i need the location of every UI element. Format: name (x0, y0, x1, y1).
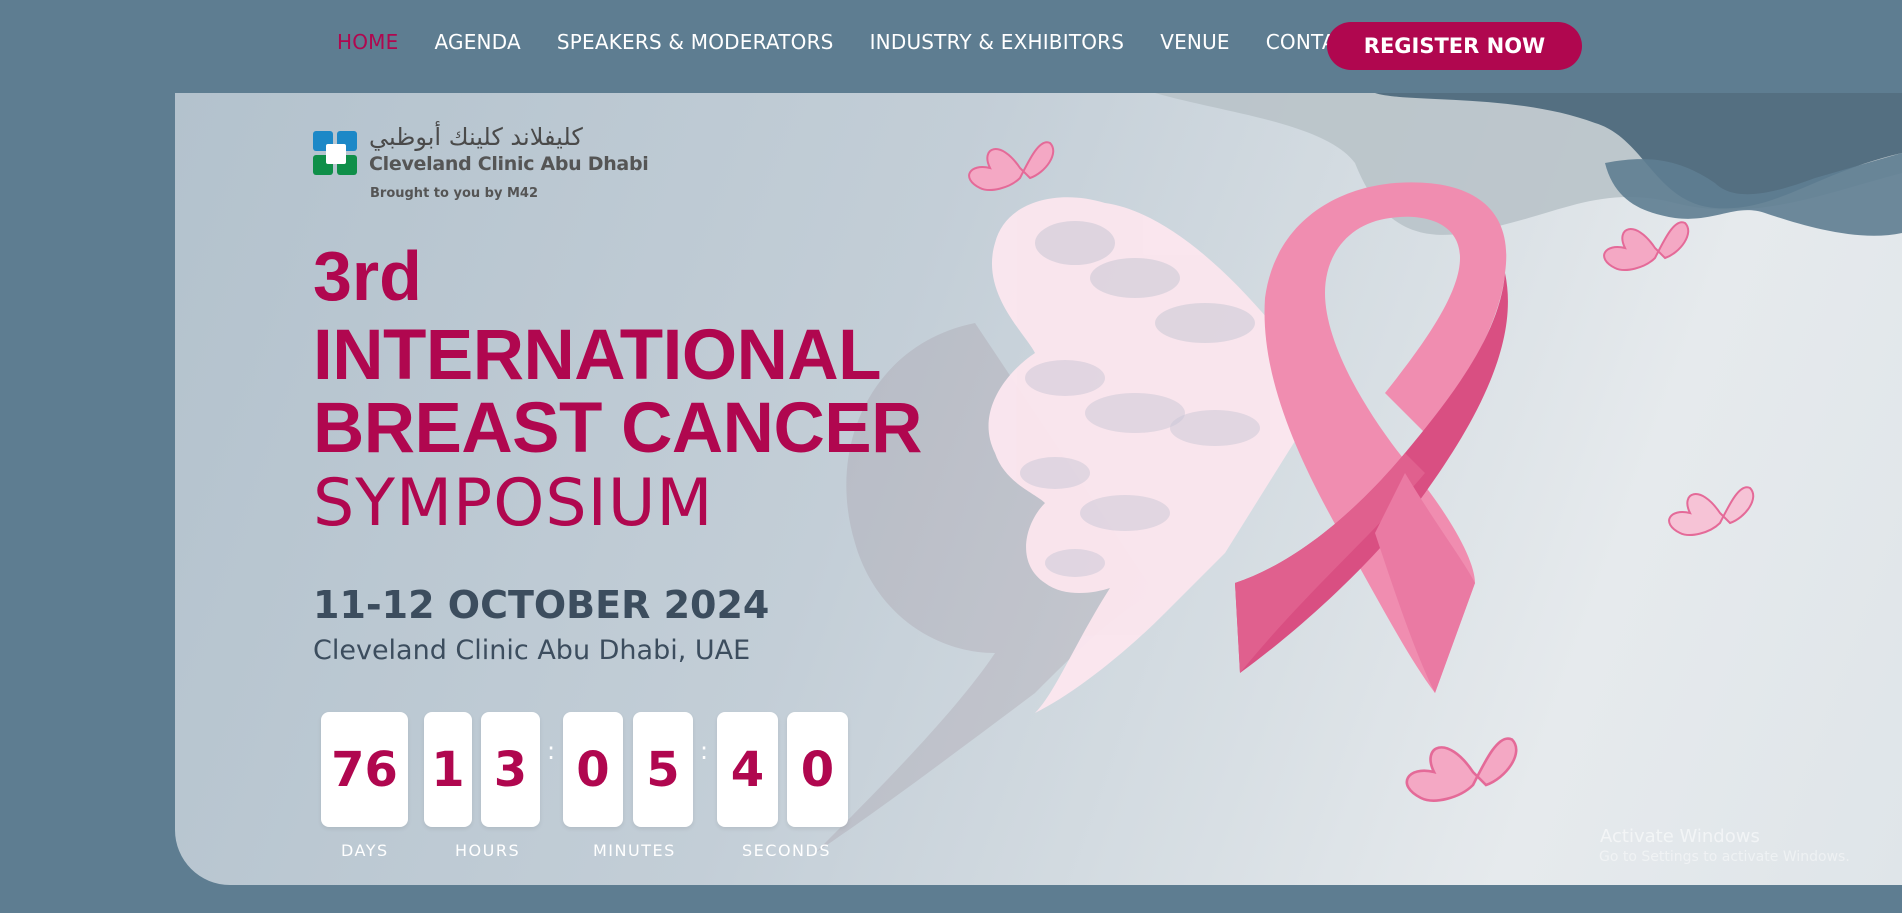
nav-links: HOME AGENDA SPEAKERS & MODERATORS INDUST… (337, 30, 1398, 54)
logo-arabic-text: كليفلاند كلينك أبوظبي (369, 123, 583, 151)
small-butterfly-1 (968, 141, 1055, 191)
nav-item-industry[interactable]: INDUSTRY & EXHIBITORS (870, 30, 1125, 54)
countdown-hours-ones: 3 (481, 712, 540, 827)
countdown-days: 76 (321, 712, 408, 827)
countdown-seconds-tens: 4 (717, 712, 778, 827)
logo-mark-icon (313, 131, 359, 177)
nav-item-venue[interactable]: VENUE (1160, 30, 1230, 54)
small-butterfly-2 (1603, 221, 1690, 271)
countdown-label-seconds: SECONDS (742, 841, 831, 860)
event-dates: 11-12 OCTOBER 2024 (313, 583, 770, 627)
logo-tagline: Brought to you by M42 (370, 186, 538, 201)
title-line-breast-cancer: BREAST CANCER (313, 389, 922, 468)
edition-heading: 3rd (313, 237, 422, 315)
nav-item-agenda[interactable]: AGENDA (434, 30, 520, 54)
top-navigation: HOME AGENDA SPEAKERS & MODERATORS INDUST… (0, 0, 1902, 92)
register-now-button[interactable]: REGISTER NOW (1327, 22, 1582, 70)
countdown-minutes-ones: 5 (633, 712, 693, 827)
logo-english-text: Cleveland Clinic Abu Dhabi (369, 153, 649, 175)
nav-item-speakers[interactable]: SPEAKERS & MODERATORS (557, 30, 834, 54)
countdown-label-days: DAYS (341, 841, 389, 860)
countdown-minutes-tens: 0 (563, 712, 623, 827)
countdown-label-minutes: MINUTES (593, 841, 676, 860)
countdown-separator: : (700, 737, 709, 765)
small-butterfly-4 (1405, 737, 1518, 802)
title-line-international: INTERNATIONAL (313, 316, 882, 395)
nav-item-home[interactable]: HOME (337, 30, 398, 54)
title-line-symposium: SYMPOSIUM (313, 466, 714, 541)
countdown-seconds-ones: 0 (787, 712, 848, 827)
countdown-label-hours: HOURS (455, 841, 521, 860)
event-location: Cleveland Clinic Abu Dhabi, UAE (313, 635, 751, 666)
small-butterfly-3 (1668, 486, 1755, 536)
countdown-hours-tens: 1 (424, 712, 472, 827)
countdown-separator: : (547, 737, 556, 765)
activate-windows-watermark: Activate Windows (1600, 826, 1760, 847)
activate-windows-hint: Go to Settings to activate Windows. (1599, 849, 1850, 865)
